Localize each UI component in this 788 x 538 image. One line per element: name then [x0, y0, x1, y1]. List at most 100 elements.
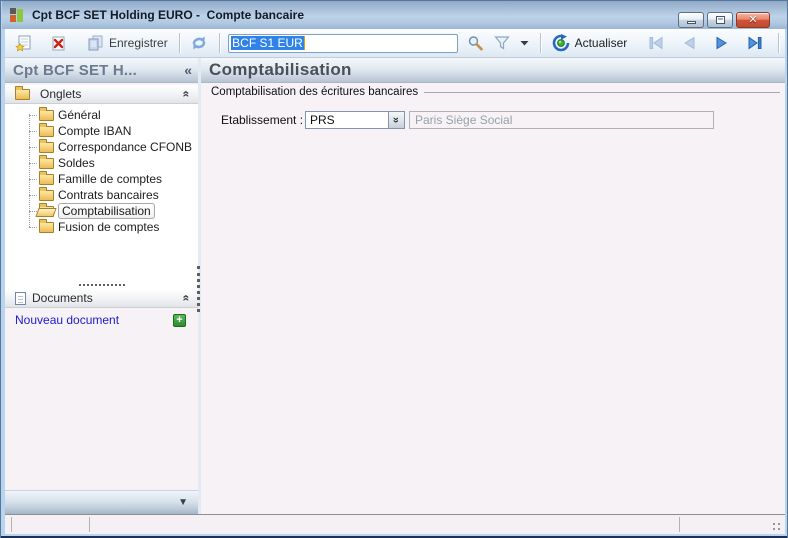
search-button[interactable]	[462, 32, 489, 55]
sidebar-item-comptabilisation[interactable]: Comptabilisation	[5, 202, 198, 219]
sidebar-item-famille-de-comptes[interactable]: Famille de comptes	[5, 170, 198, 187]
resize-grip[interactable]	[770, 521, 780, 530]
refresh-arrows-icon	[193, 36, 206, 50]
status-bar	[5, 514, 785, 534]
save-button[interactable]: Enregistrer	[82, 32, 173, 54]
sidebar-item-correspondance-cfonb[interactable]: Correspondance CFONB	[5, 138, 198, 155]
sidebar-item-fusion-de-comptes[interactable]: Fusion de comptes	[5, 218, 198, 235]
etablissement-row: Etablissement : PRS «	[211, 111, 780, 129]
collapse-section-icon[interactable]: «	[180, 295, 194, 302]
sidebar-item-soldes[interactable]: Soldes	[5, 154, 198, 171]
search-icon	[468, 35, 483, 50]
save-button-label: Enregistrer	[109, 36, 168, 50]
actualiser-button-label: Actualiser	[574, 36, 628, 50]
folder-icon	[15, 85, 30, 100]
toolbar: Enregistrer BCF S1 EUR Actualiser	[5, 29, 785, 58]
toolbar-separator	[178, 33, 180, 53]
fieldset-label: Comptabilisation des écritures bancaires	[211, 86, 419, 98]
chevron-down-icon	[520, 41, 529, 46]
document-icon	[15, 291, 26, 305]
splitter-grip-dots	[78, 283, 125, 286]
open-folder-icon	[39, 202, 54, 217]
folder-icon	[39, 218, 54, 233]
add-document-button[interactable]: +	[173, 313, 186, 327]
fieldset-rule	[424, 92, 780, 93]
status-divider	[11, 517, 12, 532]
documents-section-label: Documents	[32, 291, 93, 305]
toolbar-separator	[539, 33, 541, 53]
nav-next-icon	[716, 36, 728, 50]
vertical-splitter-handle[interactable]	[197, 266, 200, 312]
actualiser-refresh-icon	[552, 34, 569, 52]
double-chevron-down-icon: «	[390, 116, 403, 124]
status-divider	[89, 517, 90, 532]
nav-first-icon	[649, 36, 663, 50]
filter-button[interactable]	[489, 32, 515, 54]
sidebar-item-contrats-bancaires[interactable]: Contrats bancaires	[5, 186, 198, 203]
main-content: Comptabilisation des écritures bancaires…	[201, 83, 785, 129]
sidebar-empty-area	[5, 332, 198, 490]
folder-icon	[39, 154, 54, 169]
nav-last-icon	[748, 36, 762, 50]
sidebar-horizontal-splitter[interactable]	[5, 280, 198, 289]
folder-icon	[39, 170, 54, 185]
expand-down-icon: ▼	[178, 497, 188, 508]
main-panel: Comptabilisation Comptabilisation des éc…	[201, 58, 785, 514]
documents-section-header[interactable]: Documents «	[5, 289, 198, 308]
nav-previous-button[interactable]	[677, 33, 702, 53]
new-record-button[interactable]	[10, 32, 37, 55]
etablissement-combobox-value: PRS	[310, 113, 335, 127]
combobox-dropdown-button[interactable]: «	[388, 112, 404, 128]
nav-first-button[interactable]	[642, 33, 670, 53]
nav-previous-icon	[684, 36, 695, 50]
close-button[interactable]: ✕	[736, 12, 770, 28]
sidebar-bottom-bar[interactable]: ▼	[5, 490, 198, 514]
folder-icon	[39, 106, 54, 121]
sidebar-item-general[interactable]: Général	[5, 106, 198, 123]
folder-icon	[39, 122, 54, 137]
main-title-bar: Comptabilisation	[201, 58, 785, 83]
actualiser-button[interactable]: Actualiser	[547, 31, 633, 55]
onglets-section-label: Onglets	[40, 87, 82, 101]
search-input-selected-text: BCF S1 EUR	[231, 36, 305, 50]
toolbar-separator	[219, 33, 221, 53]
sidebar-title-bar: Cpt BCF SET H... «	[5, 58, 198, 83]
refresh-button[interactable]	[185, 32, 213, 54]
minimize-icon	[686, 21, 696, 24]
close-icon: ✕	[748, 13, 758, 26]
onglets-section-header[interactable]: Onglets «	[5, 85, 198, 104]
sidebar-item-compte-iban[interactable]: Compte IBAN	[5, 122, 198, 139]
sidebar-collapse-icon[interactable]: «	[184, 62, 192, 78]
nouveau-document-link[interactable]: Nouveau document	[15, 313, 119, 327]
filter-funnel-icon	[494, 36, 510, 50]
search-input[interactable]: BCF S1 EUR	[228, 33, 458, 53]
collapse-section-icon[interactable]: «	[180, 91, 194, 98]
delete-icon	[52, 36, 65, 50]
etablissement-name-field	[409, 111, 714, 129]
folder-icon	[39, 186, 54, 201]
app-body: Cpt BCF SET H... « Onglets « Général Com…	[5, 58, 785, 514]
nav-next-button[interactable]	[709, 33, 734, 53]
onglets-tree: Général Compte IBAN Correspondance CFONB…	[5, 104, 198, 280]
maximize-button[interactable]	[707, 12, 733, 28]
nav-last-button[interactable]	[741, 33, 769, 53]
sidebar-title: Cpt BCF SET H...	[13, 61, 138, 79]
app-window: Cpt BCF SET Holding EURO - Compte bancai…	[0, 0, 788, 538]
documents-link-row: Nouveau document +	[5, 308, 198, 332]
window-title: Cpt BCF SET Holding EURO - Compte bancai…	[32, 8, 305, 22]
etablissement-combobox[interactable]: PRS «	[305, 111, 405, 129]
minimize-button[interactable]	[678, 12, 704, 28]
filter-dropdown-button[interactable]	[515, 37, 534, 49]
status-divider	[679, 517, 680, 532]
page-title: Comptabilisation	[209, 60, 352, 79]
fieldset-header: Comptabilisation des écritures bancaires	[211, 86, 780, 98]
toolbar-separator	[778, 33, 779, 53]
title-bar[interactable]: Cpt BCF SET Holding EURO - Compte bancai…	[2, 1, 787, 29]
folder-icon	[39, 138, 54, 153]
sidebar: Cpt BCF SET H... « Onglets « Général Com…	[5, 58, 198, 514]
delete-record-button[interactable]	[45, 32, 72, 55]
etablissement-label: Etablissement :	[221, 113, 304, 127]
new-document-star-icon	[15, 35, 31, 51]
save-icon	[88, 35, 103, 51]
app-logo-icon	[10, 7, 25, 23]
